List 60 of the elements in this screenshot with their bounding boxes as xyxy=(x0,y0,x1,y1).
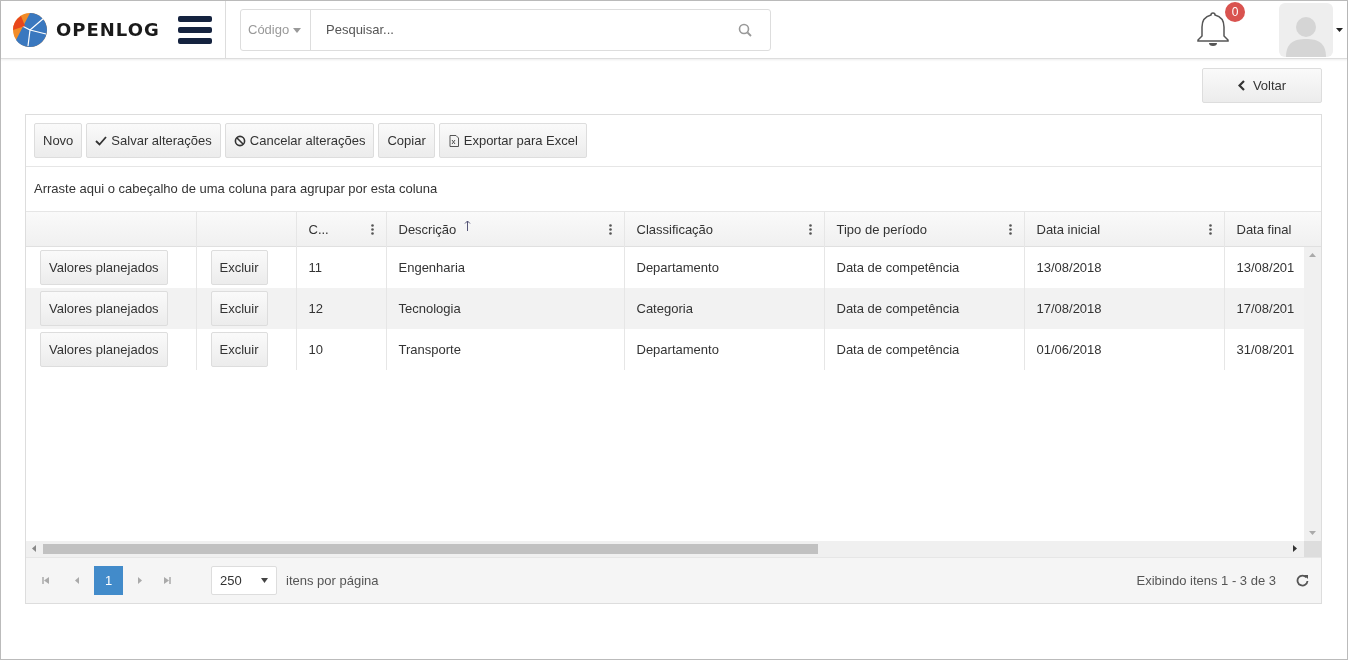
page-size-value: 250 xyxy=(220,571,242,590)
refresh-icon[interactable] xyxy=(1296,574,1309,587)
planned-values-button[interactable]: Valores planejados xyxy=(40,250,168,285)
globe-logo-icon xyxy=(12,11,48,48)
toolbar-button[interactable]: Copiar xyxy=(378,123,435,158)
menu-icon[interactable] xyxy=(177,14,212,45)
column-header[interactable]: Data inicial xyxy=(1036,219,1101,240)
delete-button[interactable]: Excluir xyxy=(210,332,268,367)
table-cell: 01/06/2018 xyxy=(1024,329,1224,370)
horizontal-scrollbar[interactable] xyxy=(26,541,1321,557)
kebab-menu-icon[interactable] xyxy=(1008,224,1012,235)
spreadsheet-file-icon xyxy=(447,134,460,147)
table-cell: Departamento xyxy=(624,329,824,370)
column-header[interactable]: Tipo de período xyxy=(836,219,928,240)
page-size-label: itens por página xyxy=(286,571,379,590)
table-cell: Data de competência xyxy=(824,288,1024,329)
filter-label: Código xyxy=(248,21,290,40)
prohibited-icon xyxy=(233,134,246,147)
column-header[interactable]: Data final xyxy=(1236,219,1292,240)
page-size-dropdown[interactable]: 250 xyxy=(211,566,277,595)
delete-button[interactable]: Excluir xyxy=(210,291,268,326)
toolbar-button[interactable]: Cancelar alterações xyxy=(224,123,375,158)
check-icon xyxy=(95,134,108,147)
logo-text: OPENLOG xyxy=(56,18,160,42)
column-header[interactable]: Descrição xyxy=(398,219,457,240)
page-button[interactable]: 1 xyxy=(94,566,123,595)
toolbar-button[interactable]: Salvar alterações xyxy=(86,123,221,158)
scroll-left-icon xyxy=(32,545,36,552)
caret-icon xyxy=(1336,27,1343,32)
search-icon[interactable] xyxy=(738,23,752,37)
kebab-menu-icon[interactable] xyxy=(608,224,612,235)
table-cell: 12 xyxy=(296,288,386,329)
caret-icon xyxy=(293,27,302,33)
back-button[interactable]: Voltar xyxy=(1202,68,1322,103)
column-header[interactable]: C... xyxy=(308,219,329,240)
delete-button[interactable]: Excluir xyxy=(210,250,268,285)
kebab-menu-icon[interactable] xyxy=(1208,224,1212,235)
table-cell: 17/08/2018 xyxy=(1024,288,1224,329)
table-cell: 17/08/201 xyxy=(1224,288,1305,329)
items-summary: Exibindo itens 1 - 3 de 3 xyxy=(1136,571,1276,590)
scroll-right-icon xyxy=(1293,545,1297,552)
notification-badge: 0 xyxy=(1225,1,1245,22)
table-cell: Categoria xyxy=(624,288,824,329)
chevron-left-icon xyxy=(1237,80,1245,91)
group-hint: Arraste aqui o cabeçalho de uma coluna para agrupar por esta coluna xyxy=(33,180,439,198)
vertical-scrollbar[interactable] xyxy=(1304,247,1321,541)
table-cell: 10 xyxy=(296,329,386,370)
planned-values-button[interactable]: Valores planejados xyxy=(40,332,168,367)
kebab-menu-icon[interactable] xyxy=(808,224,812,235)
kebab-menu-icon[interactable] xyxy=(370,224,374,235)
planned-values-button[interactable]: Valores planejados xyxy=(40,291,168,326)
caret-icon xyxy=(261,578,268,583)
toolbar-button[interactable]: Novo xyxy=(34,123,83,158)
table-cell: Tecnologia xyxy=(386,288,624,329)
scroll-down-icon xyxy=(1309,531,1316,535)
column-header[interactable]: Classificação xyxy=(636,219,714,240)
scroll-up-icon xyxy=(1309,253,1316,257)
toolbar-button[interactable]: Exportar para Excel xyxy=(438,123,587,158)
table-cell: Transporte xyxy=(386,329,624,370)
table-cell: Data de competência xyxy=(824,329,1024,370)
